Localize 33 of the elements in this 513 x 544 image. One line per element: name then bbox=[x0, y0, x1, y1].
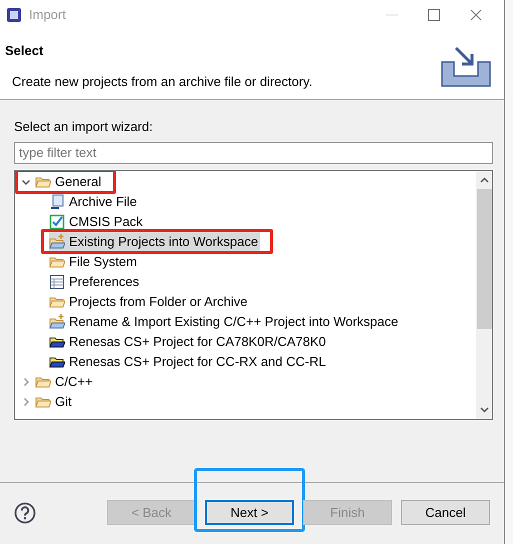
folder-plus-icon bbox=[49, 234, 65, 250]
tree-item[interactable]: Renesas CS+ Project for CC-RX and CC-RL bbox=[49, 352, 328, 371]
archive-icon bbox=[49, 194, 65, 210]
tree-item[interactable]: Existing Projects into Workspace bbox=[49, 232, 260, 251]
scrollbar[interactable] bbox=[476, 170, 492, 418]
scroll-down-icon[interactable] bbox=[480, 406, 488, 412]
maximize-icon[interactable] bbox=[428, 9, 440, 21]
tree-item[interactable]: Renesas CS+ Project for CA78K0R/CA78K0 bbox=[49, 332, 328, 351]
tree-item[interactable]: File System bbox=[49, 252, 139, 271]
close-icon[interactable] bbox=[470, 9, 482, 21]
tree-item[interactable]: Archive File bbox=[49, 192, 139, 211]
dialog-button[interactable]: Cancel bbox=[401, 500, 490, 525]
page-title: Select bbox=[5, 42, 44, 60]
tree-item[interactable]: CMSIS Pack bbox=[49, 212, 145, 231]
tree-item[interactable]: C/C++ bbox=[35, 372, 95, 391]
tree-item[interactable]: Projects from Folder or Archive bbox=[49, 292, 250, 311]
dialog-button[interactable]: Next > bbox=[205, 500, 294, 525]
tree-item[interactable]: Git bbox=[35, 392, 74, 411]
tree-item[interactable]: General bbox=[35, 172, 104, 191]
window-title: Import bbox=[29, 6, 66, 24]
checkbox-icon bbox=[49, 214, 65, 230]
filter-field[interactable]: type filter text bbox=[14, 142, 493, 164]
wizard-label: Select an import wizard: bbox=[14, 118, 154, 136]
tree-item[interactable]: Preferences bbox=[49, 272, 142, 291]
app-icon bbox=[6, 7, 22, 23]
tree-item[interactable]: Rename & Import Existing C/C++ Project into Workspace bbox=[49, 312, 400, 331]
help-icon[interactable] bbox=[14, 502, 36, 524]
scroll-up-icon[interactable] bbox=[480, 176, 488, 182]
scrollbar-thumb[interactable] bbox=[476, 188, 492, 328]
folder-plus-icon bbox=[49, 314, 65, 330]
page-description: Create new projects from an archive file or directory. bbox=[11, 72, 314, 91]
import-icon bbox=[440, 44, 492, 88]
table-icon bbox=[49, 274, 65, 290]
